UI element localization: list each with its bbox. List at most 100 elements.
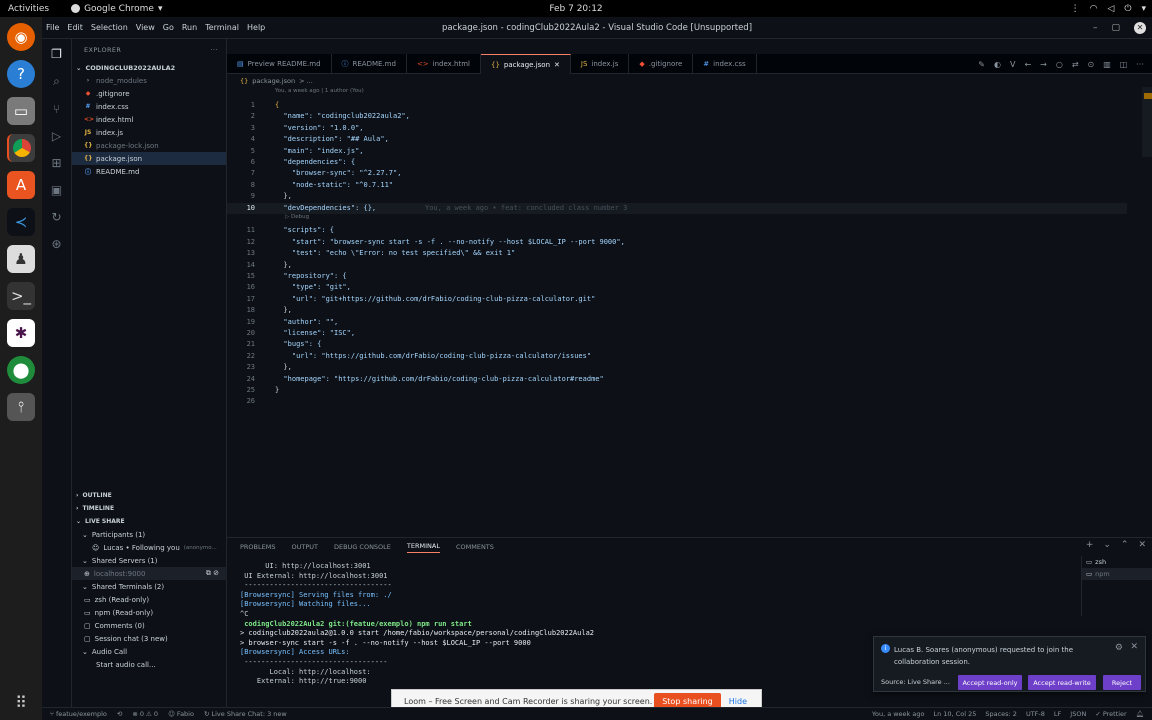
breadcrumb[interactable]: {} package.json > ... [240,75,313,87]
code-line[interactable]: 16 "type": "git", [227,282,1127,293]
system-tray[interactable]: ⋮ ◠ ◁ ⏻ ▾ [1071,0,1146,17]
accept-read-only-button[interactable]: Accept read-only [958,675,1022,690]
terminal-icon[interactable]: >_ [7,282,35,310]
file-item[interactable]: {} package.json [72,152,226,165]
code-editor[interactable]: You, a week ago | 1 author (You) 1{2 "na… [227,87,1152,532]
close-panel-icon[interactable]: ✕ [1138,540,1146,550]
help-icon[interactable]: ? [7,60,35,88]
tab-debug-console[interactable]: DEBUG CONSOLE [334,543,391,551]
tab-comments[interactable]: COMMENTS [456,543,494,551]
project-folder[interactable]: ⌄ CODINGCLUB2022AULA2 [72,61,226,74]
slack-icon[interactable]: ✱ [7,319,35,347]
git-graph-icon[interactable]: ⊛ [51,237,61,251]
maximize-icon[interactable]: ▢ [1111,23,1120,33]
search-icon[interactable]: ⌕ [53,74,60,89]
software-icon[interactable]: A [7,171,35,199]
menu-edit[interactable]: Edit [67,23,83,32]
timeline-section[interactable]: › TIMELINE [72,502,227,515]
open-changes-icon[interactable]: ⊙ [1088,60,1095,69]
code-line[interactable]: 6 "dependencies": { [227,157,1127,168]
shared-terminals-group[interactable]: ⌄ Shared Terminals (2) [72,580,227,593]
hide-button[interactable]: Hide [729,697,747,706]
code-line[interactable]: 19 "author": "", [227,317,1127,328]
blame-status[interactable]: You, a week ago [872,710,925,718]
code-line[interactable]: 20 "license": "ISC", [227,328,1127,339]
shared-servers-group[interactable]: ⌄ Shared Servers (1) [72,554,227,567]
live-share-status[interactable]: ↻ Live Share Chat: 3 new [204,710,287,718]
circle-icon[interactable]: ○ [1056,60,1063,69]
editor-tab[interactable]: JS index.js [571,54,630,74]
terminal-tab-zsh[interactable]: ▭ zsh [1082,556,1152,568]
compare-icon[interactable]: ⇄ [1072,60,1079,69]
code-line[interactable]: 5 "main": "index.js", [227,146,1127,157]
tab-output[interactable]: OUTPUT [291,543,318,551]
close-tab-icon[interactable]: ✕ [554,61,560,69]
pin-icon[interactable]: ✎ [978,60,985,69]
upwork-icon[interactable]: ⬤ [7,356,35,384]
start-audio-item[interactable]: Start audio call... [72,658,227,671]
file-item[interactable]: {} package-lock.json [72,139,226,152]
code-line[interactable]: 11 "scripts": { [227,225,1127,236]
minimize-icon[interactable]: – [1093,23,1098,33]
menu-terminal[interactable]: Terminal [205,23,239,32]
back-icon[interactable]: ← [1024,60,1031,69]
file-item[interactable]: › node_modules [72,74,226,87]
new-terminal-icon[interactable]: + [1086,540,1094,550]
code-line[interactable]: 14 }, [227,260,1127,271]
file-item[interactable]: ⓘ README.md [72,165,226,178]
codelens-author[interactable]: You, a week ago | 1 author (You) [275,88,364,94]
maximize-panel-icon[interactable]: ⌃ [1121,540,1129,550]
usb-icon[interactable]: ⫯ [7,393,35,421]
comments-item[interactable]: ▢ Comments (0) [72,619,227,632]
outline-section[interactable]: › OUTLINE [72,489,227,502]
source-control-icon[interactable]: ⑂ [53,102,60,116]
chevron-down-icon[interactable]: ⌄ [1103,540,1111,550]
menu-selection[interactable]: Selection [91,23,128,32]
code-line[interactable]: 24 "homepage": "https://github.com/drFab… [227,374,1127,385]
code-line[interactable]: 17 "url": "git+https://github.com/drFabi… [227,294,1127,305]
tab-problems[interactable]: PROBLEMS [240,543,275,551]
indentation-status[interactable]: Spaces: 2 [985,710,1017,718]
code-line[interactable]: 8 "node-static": "^0.7.11" [227,180,1127,191]
forward-icon[interactable]: → [1040,60,1047,69]
session-chat-item[interactable]: ▢ Session chat (3 new) [72,632,227,645]
menu-view[interactable]: View [136,23,155,32]
editor-tab[interactable]: ▤ Preview README.md [227,54,332,74]
more-actions-icon[interactable]: ··· [1136,60,1144,69]
code-line[interactable]: 7 "browser-sync": "^2.27.7", [227,168,1127,179]
audio-call-group[interactable]: ⌄ Audio Call [72,645,227,658]
code-line[interactable]: 4 "description": "## Aula", [227,134,1127,145]
code-line[interactable]: 25} [227,385,1127,396]
terminal-item[interactable]: ▭ zsh (Read-only) [72,593,227,606]
reject-button[interactable]: Reject [1103,675,1141,690]
code-line[interactable]: 10 "devDependencies": {}, You, a week ago… [227,202,1127,214]
vscode-icon[interactable]: ≺ [7,208,35,236]
code-line[interactable]: 23 }, [227,362,1127,373]
code-line[interactable]: 13 "test": "echo \"Error: no test specif… [227,248,1127,259]
breadcrumb-rest[interactable]: > ... [299,77,313,85]
clock[interactable]: Feb 7 20:12 [0,4,1152,14]
run-debug-icon[interactable]: ▷ [52,129,61,143]
code-line[interactable]: 2 "name": "codingclub2022aula2", [227,111,1127,122]
code-line[interactable]: 12 "start": "browser-sync start -s -f . … [227,237,1127,248]
activities-button[interactable]: Activities [0,4,57,14]
preview-icon[interactable]: ▥ [1103,60,1111,69]
file-item[interactable]: ◆ .gitignore [72,87,226,100]
code-line[interactable]: 3 "version": "1.0.0", [227,123,1127,134]
code-line[interactable]: 18 }, [227,305,1127,316]
firefox-icon[interactable]: ◉ [7,23,35,51]
editor-tab[interactable]: {} package.json ✕ [481,54,571,74]
live-share-icon[interactable]: ↻ [51,210,61,224]
menu-help[interactable]: Help [247,23,265,32]
accept-read-write-button[interactable]: Accept read-write [1028,675,1096,690]
problems-status[interactable]: ⊗ 0 ⚠ 0 [132,710,158,718]
code-line[interactable]: 26 [227,396,1127,407]
files-icon[interactable]: ▭ [7,97,35,125]
cursor-position[interactable]: Ln 10, Col 25 [933,710,976,718]
remote-explorer-icon[interactable]: ▣ [51,183,62,197]
live-share-follow-icon[interactable]: ◐ [994,60,1001,69]
split-editor-icon[interactable]: ◫ [1120,60,1128,69]
codelens-debug[interactable]: ▷ Debug [285,214,309,220]
editor-tab[interactable]: <> index.html [407,54,481,74]
editor-tab[interactable]: # index.css [693,54,757,74]
